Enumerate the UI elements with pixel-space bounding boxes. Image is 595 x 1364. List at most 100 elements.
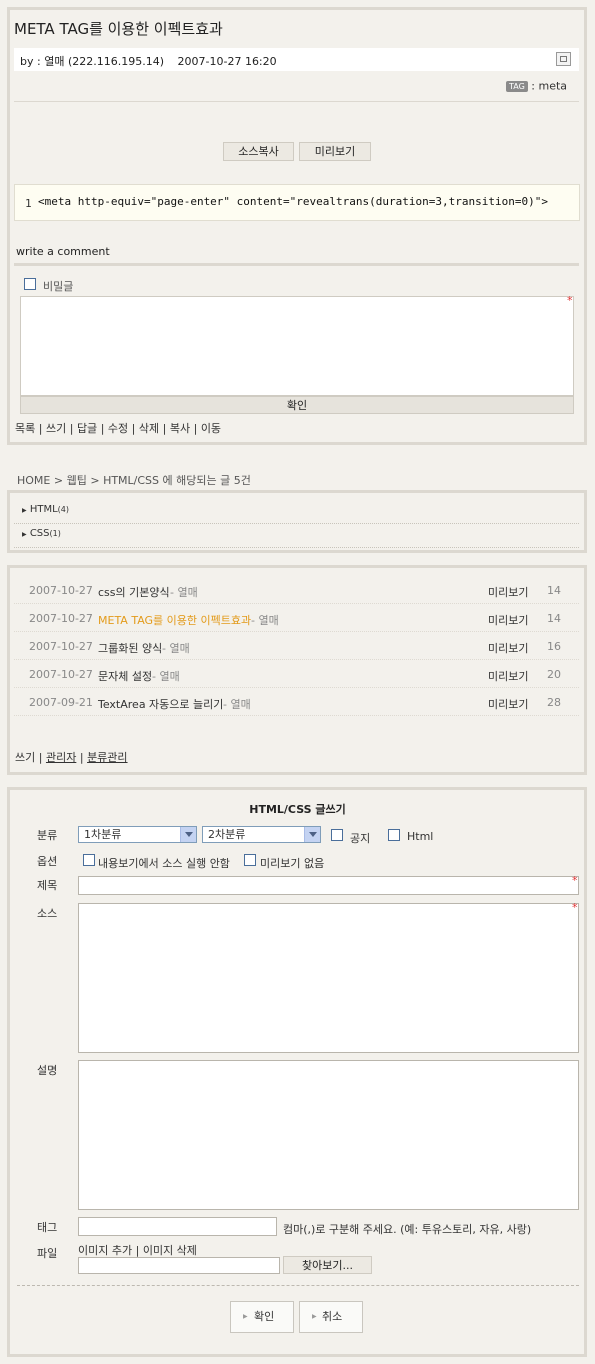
sep: |	[131, 422, 136, 435]
write-form-title: HTML/CSS 글쓰기	[249, 803, 346, 816]
tag-input[interactable]	[78, 1217, 277, 1236]
action-list[interactable]: 목록	[15, 422, 35, 435]
category2-select[interactable]: 2차분류	[202, 826, 321, 843]
post-author-name: 열매	[230, 698, 251, 711]
copy-source-button[interactable]: 소스복사	[223, 142, 294, 161]
list-write-link[interactable]: 쓰기	[15, 751, 35, 764]
action-delete[interactable]: 삭제	[139, 422, 159, 435]
post-actions: 목록 | 쓰기 | 답글 | 수정 | 삭제 | 복사 | 이동	[15, 420, 221, 436]
confirm-button[interactable]: ▶ 확인	[230, 1301, 294, 1333]
list-item[interactable]: 2007-09-21 TextArea 자동으로 늘리기 - 열매 미리보기 28	[14, 688, 579, 716]
divider	[14, 523, 579, 524]
required-mark: *	[572, 874, 578, 887]
category-label: 분류	[37, 829, 58, 842]
list-item[interactable]: 2007-10-27 META TAG를 이용한 이펙트효과 - 열매 미리보기 14	[14, 604, 579, 632]
post-title[interactable]: META TAG를 이용한 이펙트효과	[98, 612, 251, 628]
category1-select[interactable]: 1차분류	[78, 826, 197, 843]
sep: |	[79, 751, 84, 764]
comment-submit-button[interactable]: 확인	[20, 396, 574, 414]
post-preview-link[interactable]: 미리보기	[488, 668, 528, 684]
post-preview-link[interactable]: 미리보기	[488, 640, 528, 656]
admin-link[interactable]: 관리자	[46, 751, 76, 764]
sep: |	[38, 422, 43, 435]
category-item[interactable]: ▶ CSS(1)	[22, 528, 61, 539]
triangle-right-icon: ▶	[243, 1313, 248, 1320]
list-item[interactable]: 2007-10-27 문자체 설정 - 열매 미리보기 20	[14, 660, 579, 688]
action-reply[interactable]: 답글	[77, 422, 97, 435]
post-title[interactable]: 그룹화된 양식	[98, 640, 162, 656]
subject-input[interactable]	[78, 876, 579, 895]
post-author-name: 열매	[258, 614, 279, 627]
file-input[interactable]	[78, 1257, 280, 1274]
category-admin-link[interactable]: 분류관리	[87, 751, 127, 764]
by-label: by :	[20, 55, 41, 68]
category-item[interactable]: ▶ HTML(4)	[22, 504, 69, 515]
sep: |	[193, 422, 198, 435]
sep: |	[38, 751, 43, 764]
action-write[interactable]: 쓰기	[46, 422, 66, 435]
breadcrumb: HOME > 웹팁 > HTML/CSS 에 해당되는 글 5건	[17, 472, 251, 488]
post-date: 2007-10-27	[29, 584, 93, 597]
post-author: - 열매	[170, 584, 198, 600]
post-title[interactable]: TextArea 자동으로 늘리기	[98, 696, 223, 712]
post-author: - 열매	[152, 668, 180, 684]
code-box: 1 <meta http-equiv="page-enter" content=…	[14, 184, 580, 221]
action-copy[interactable]: 복사	[170, 422, 190, 435]
post-meta: by : 열매 (222.116.195.14) 2007-10-27 16:2…	[20, 53, 277, 69]
tag-value[interactable]: : meta	[531, 80, 567, 93]
post-date: 2007-10-27	[29, 668, 93, 681]
secret-label: 비밀글	[43, 280, 74, 293]
confirm-label: 확인	[254, 1310, 275, 1323]
post-author[interactable]: 열매	[44, 55, 64, 68]
post-date: 2007-10-27	[29, 640, 93, 653]
source-textarea[interactable]	[78, 903, 579, 1053]
secret-checkbox[interactable]	[24, 278, 36, 290]
divider	[14, 715, 579, 716]
post-preview-link[interactable]: 미리보기	[488, 612, 528, 628]
cancel-button[interactable]: ▶ 취소	[299, 1301, 363, 1333]
breadcrumb-cat2[interactable]: HTML/CSS	[103, 474, 159, 487]
print-icon[interactable]	[556, 52, 571, 66]
comment-textarea[interactable]	[20, 296, 574, 396]
preview-button[interactable]: 미리보기	[299, 142, 371, 161]
category-count: (4)	[57, 505, 69, 514]
category2-value: 2차분류	[208, 828, 246, 841]
browse-button[interactable]: 찾아보기...	[283, 1256, 372, 1274]
image-delete-link[interactable]: 이미지 삭제	[143, 1244, 197, 1257]
no-preview-checkbox[interactable]	[244, 854, 256, 866]
notice-checkbox[interactable]	[331, 829, 343, 841]
action-move[interactable]: 이동	[201, 422, 221, 435]
list-item[interactable]: 2007-10-27 css의 기본양식 - 열매 미리보기 14	[14, 576, 579, 604]
post-hits: 16	[547, 640, 561, 653]
breadcrumb-sep: >	[53, 474, 64, 487]
comment-heading: write a comment	[16, 245, 110, 258]
category-name: CSS	[29, 528, 50, 539]
post-author-name: 열매	[159, 670, 180, 683]
action-edit[interactable]: 수정	[108, 422, 128, 435]
post-title[interactable]: 문자체 설정	[98, 668, 152, 684]
description-label: 설명	[37, 1064, 58, 1077]
html-checkbox[interactable]	[388, 829, 400, 841]
file-label: 파일	[37, 1247, 58, 1260]
post-title[interactable]: css의 기본양식	[98, 584, 170, 600]
triangle-right-icon: ▶	[312, 1313, 317, 1320]
category-name: HTML	[29, 504, 58, 515]
image-add-link[interactable]: 이미지 추가	[78, 1244, 132, 1257]
breadcrumb-cat1[interactable]: 웹팁	[67, 474, 87, 487]
required-mark: *	[572, 901, 578, 914]
post-ip: (222.116.195.14)	[67, 55, 165, 68]
list-item[interactable]: 2007-10-27 그룹화된 양식 - 열매 미리보기 16	[14, 632, 579, 660]
breadcrumb-suffix: 에 해당되는 글 5건	[162, 474, 251, 487]
post-hits: 14	[547, 612, 561, 625]
no-exec-checkbox[interactable]	[83, 854, 95, 866]
post-preview-link[interactable]: 미리보기	[488, 696, 528, 712]
notice-label: 공지	[350, 832, 371, 845]
breadcrumb-home[interactable]: HOME	[17, 474, 50, 487]
required-mark: *	[567, 294, 573, 307]
description-textarea[interactable]	[78, 1060, 579, 1210]
option-label: 옵션	[37, 855, 58, 868]
sep: |	[135, 1244, 140, 1257]
post-preview-link[interactable]: 미리보기	[488, 584, 528, 600]
divider	[14, 101, 579, 102]
tag-badge: TAG : meta	[506, 79, 567, 93]
